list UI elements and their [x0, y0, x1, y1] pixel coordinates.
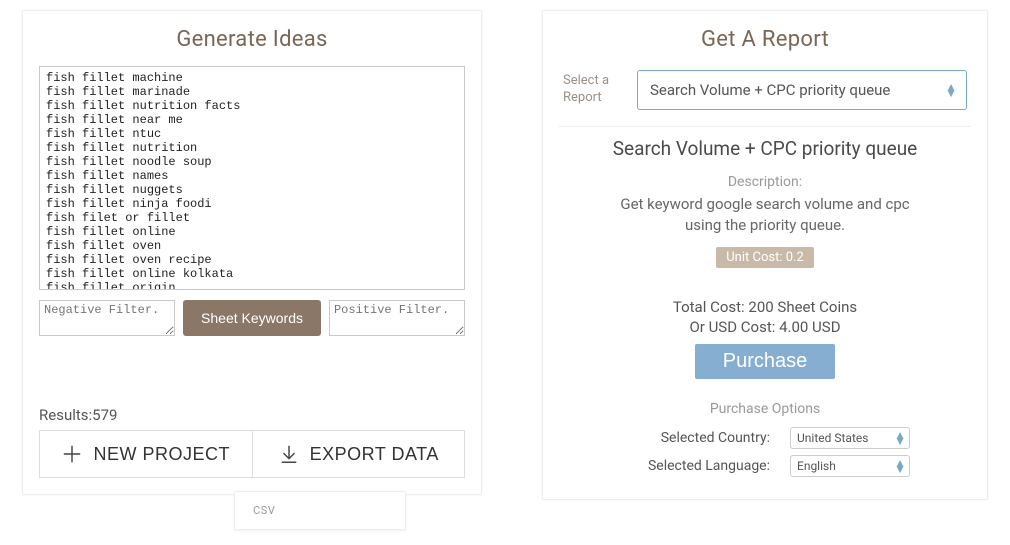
chevron-updown-icon: ▲▼: [945, 84, 954, 96]
new-project-button[interactable]: NEW PROJECT: [40, 431, 253, 477]
report-details: Search Volume + CPC priority queue Descr…: [559, 137, 971, 477]
filter-row: Sheet Keywords: [39, 300, 465, 336]
language-value: English: [797, 459, 836, 473]
results-count: Results:579: [39, 406, 465, 424]
description-text: Get keyword google search volume and cpc…: [605, 194, 925, 236]
export-format-dropdown[interactable]: CSV: [234, 491, 406, 530]
generate-ideas-title: Generate Ideas: [39, 27, 465, 52]
results-value: 579: [92, 406, 117, 424]
download-icon: [278, 443, 300, 465]
new-project-label: NEW PROJECT: [93, 444, 230, 465]
plus-icon: [61, 443, 83, 465]
csv-option[interactable]: CSV: [253, 504, 276, 517]
purchase-options-title: Purchase Options: [559, 401, 971, 417]
country-select[interactable]: United States ▲▼: [790, 427, 910, 449]
get-report-title: Get A Report: [559, 27, 971, 52]
report-select-value: Search Volume + CPC priority queue: [650, 81, 890, 99]
unit-cost-badge: Unit Cost: 0.2: [716, 247, 814, 268]
report-details-title: Search Volume + CPC priority queue: [559, 137, 971, 160]
usd-cost: Or USD Cost: 4.00 USD: [559, 318, 971, 336]
report-select-row: Select a Report Search Volume + CPC prio…: [563, 70, 967, 110]
report-select[interactable]: Search Volume + CPC priority queue ▲▼: [637, 70, 967, 110]
report-select-label: Select a Report: [563, 73, 623, 107]
language-label: Selected Language:: [620, 458, 770, 474]
country-label: Selected Country:: [620, 430, 770, 446]
negative-filter-input[interactable]: [39, 300, 175, 336]
description-label: Description:: [559, 174, 971, 190]
sheet-keywords-button[interactable]: Sheet Keywords: [183, 300, 321, 336]
action-bar: NEW PROJECT EXPORT DATA: [39, 430, 465, 478]
keywords-textarea[interactable]: [39, 66, 465, 290]
results-label: Results:: [39, 406, 92, 424]
generate-ideas-panel: Generate Ideas Sheet Keywords Results:57…: [22, 10, 482, 495]
country-value: United States: [797, 431, 868, 445]
chevron-updown-icon: ▲▼: [894, 432, 903, 444]
language-select[interactable]: English ▲▼: [790, 455, 910, 477]
purchase-options: Purchase Options Selected Country: Unite…: [559, 401, 971, 477]
total-cost: Total Cost: 200 Sheet Coins: [559, 298, 971, 316]
purchase-button[interactable]: Purchase: [695, 344, 836, 379]
positive-filter-input[interactable]: [329, 300, 465, 336]
chevron-updown-icon: ▲▼: [894, 460, 903, 472]
get-report-panel: Get A Report Select a Report Search Volu…: [542, 10, 988, 500]
export-data-button[interactable]: EXPORT DATA: [253, 431, 465, 477]
divider: [559, 126, 971, 127]
export-data-label: EXPORT DATA: [310, 444, 439, 465]
